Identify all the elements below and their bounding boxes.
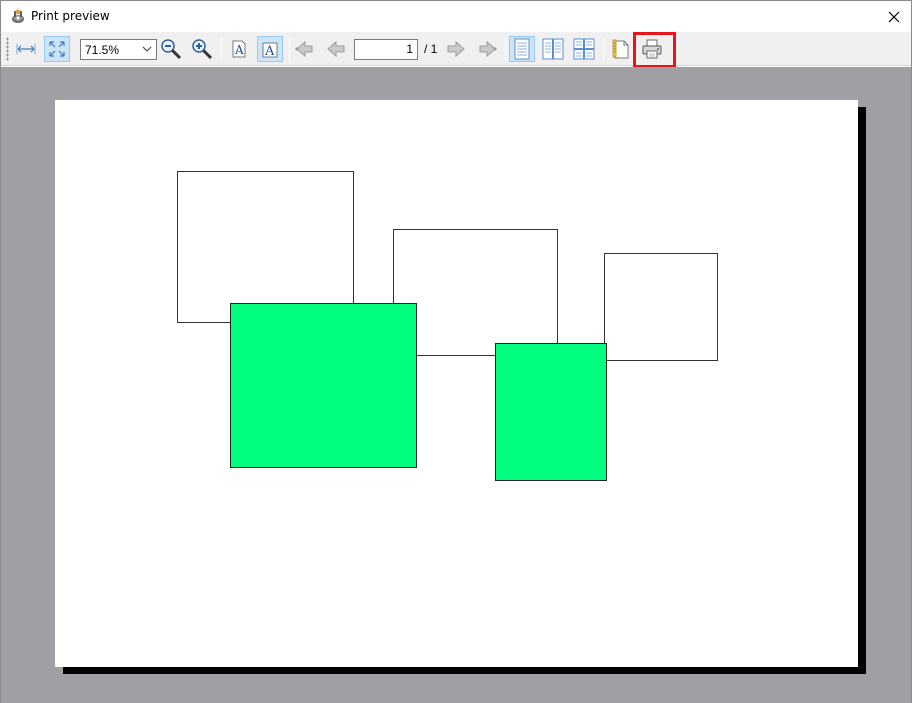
first-page-button[interactable]: [292, 36, 318, 62]
outline-rectangle: [393, 229, 558, 356]
preview-page: [55, 100, 858, 667]
font-large-icon: A: [262, 42, 278, 59]
outline-rectangle: [177, 171, 354, 323]
print-preview-window: Print preview 71.5% A A 1 / 1: [0, 0, 912, 703]
print-button[interactable]: [639, 36, 665, 62]
zoom-out-button[interactable]: [158, 36, 184, 62]
four-pages-icon: [573, 38, 595, 60]
first-page-icon: [295, 40, 313, 58]
font-large-button[interactable]: A: [257, 36, 283, 62]
next-page-icon: [447, 40, 465, 58]
whole-page-icon: [49, 41, 65, 57]
single-page-button[interactable]: [509, 36, 535, 62]
two-pages-icon: [542, 38, 564, 60]
toolbar-grip[interactable]: [6, 37, 9, 61]
two-pages-button[interactable]: [540, 36, 566, 62]
single-page-icon: [514, 38, 530, 60]
toolbar-separator: [505, 38, 506, 60]
close-icon: [888, 11, 900, 22]
page-total-label: / 1: [424, 42, 438, 56]
whole-page-button[interactable]: [44, 36, 70, 62]
last-page-icon: [479, 40, 497, 58]
svg-text:A: A: [264, 44, 275, 59]
title-bar: Print preview: [1, 1, 911, 32]
page-width-icon: [16, 44, 36, 54]
previous-page-button[interactable]: [323, 36, 349, 62]
zoom-in-icon: [192, 39, 213, 60]
font-small-icon: A: [232, 40, 246, 58]
previous-page-icon: [327, 40, 345, 58]
zoom-value: 71.5%: [85, 42, 120, 57]
toolbar-separator: [289, 38, 290, 60]
zoom-dropdown[interactable]: 71.5%: [80, 39, 157, 60]
window-title: Print preview: [31, 9, 110, 23]
toolbar-separator: [603, 38, 604, 60]
preview-toolbar: 71.5% A A 1 / 1: [1, 32, 911, 66]
last-page-button[interactable]: [474, 36, 500, 62]
page-setup-button[interactable]: [608, 36, 634, 62]
next-page-button[interactable]: [443, 36, 469, 62]
outline-rectangle: [604, 253, 718, 361]
preview-viewport[interactable]: [1, 67, 911, 703]
toolbar-separator: [221, 38, 222, 60]
four-pages-button[interactable]: [571, 36, 597, 62]
filled-rectangle: [495, 343, 607, 481]
zoom-out-icon: [161, 39, 182, 60]
page-setup-icon: [612, 39, 629, 59]
font-small-button[interactable]: A: [226, 36, 252, 62]
window-logo-icon: [10, 8, 26, 24]
filled-rectangle: [230, 303, 417, 468]
page-width-button[interactable]: [13, 36, 39, 62]
zoom-in-button[interactable]: [189, 36, 215, 62]
print-icon: [642, 39, 662, 59]
svg-text:A: A: [234, 43, 244, 57]
chevron-down-icon: [142, 46, 152, 52]
current-page-input[interactable]: 1: [354, 39, 418, 60]
close-button[interactable]: [877, 1, 911, 32]
